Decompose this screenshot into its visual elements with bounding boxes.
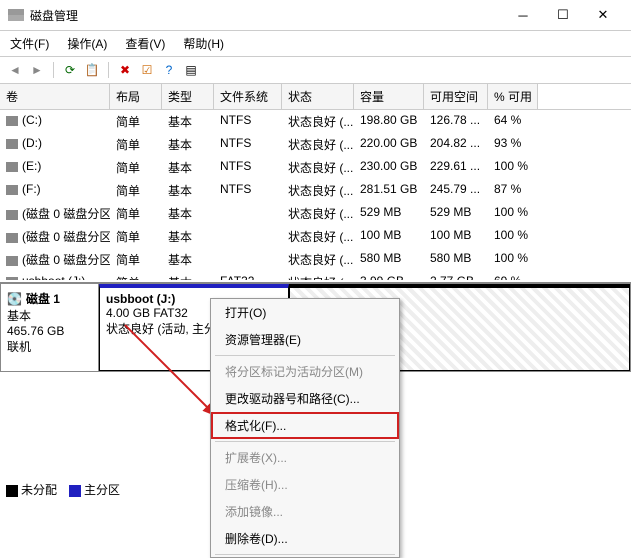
menu-open[interactable]: 打开(O) <box>211 299 399 326</box>
menu-extend: 扩展卷(X)... <box>211 444 399 471</box>
menu-shrink: 压缩卷(H)... <box>211 471 399 498</box>
col-pct[interactable]: % 可用 <box>488 84 538 109</box>
disk-kind: 基本 <box>7 307 92 324</box>
legend-primary-swatch <box>69 485 81 497</box>
toolbar: ◄ ► ⟳ 📋 ✖ ☑ ? ▤ <box>0 57 631 84</box>
partition-label: usbboot (J:) <box>106 292 175 306</box>
menu-delete[interactable]: 删除卷(D)... <box>211 525 399 552</box>
col-type[interactable]: 类型 <box>162 84 214 109</box>
col-free[interactable]: 可用空间 <box>424 84 488 109</box>
menu-change-letter[interactable]: 更改驱动器号和路径(C)... <box>211 385 399 412</box>
volume-table-body: (C:)简单基本NTFS状态良好 (...198.80 GB126.78 ...… <box>0 110 631 280</box>
legend-primary: 主分区 <box>84 483 120 497</box>
list-icon[interactable]: ▤ <box>182 61 200 79</box>
app-icon <box>8 9 24 21</box>
col-layout[interactable]: 布局 <box>110 84 162 109</box>
menu-format[interactable]: 格式化(F)... <box>211 412 399 439</box>
table-row[interactable]: (磁盘 0 磁盘分区 2)简单基本状态良好 (...100 MB100 MB10… <box>0 225 631 248</box>
col-fs[interactable]: 文件系统 <box>214 84 282 109</box>
menu-add-mirror: 添加镜像... <box>211 498 399 525</box>
col-status[interactable]: 状态 <box>282 84 354 109</box>
disk-state: 联机 <box>7 338 92 355</box>
table-row[interactable]: (C:)简单基本NTFS状态良好 (...198.80 GB126.78 ...… <box>0 110 631 133</box>
disk-icon: 💽 <box>7 292 22 306</box>
table-row[interactable]: (F:)简单基本NTFS状态良好 (...281.51 GB245.79 ...… <box>0 179 631 202</box>
menu-mark-active: 将分区标记为活动分区(M) <box>211 358 399 385</box>
table-row[interactable]: usbboot (J:)简单基本FAT32状态良好 (...3.99 GB2.7… <box>0 271 631 280</box>
disk-size: 465.76 GB <box>7 324 92 338</box>
forward-icon[interactable]: ► <box>28 61 46 79</box>
delete-icon[interactable]: ✖ <box>116 61 134 79</box>
title-bar: 磁盘管理 ─ ☐ ✕ <box>0 0 631 31</box>
properties-icon[interactable]: 📋 <box>83 61 101 79</box>
menu-view[interactable]: 查看(V) <box>121 33 169 54</box>
table-row[interactable]: (磁盘 0 磁盘分区 5)简单基本状态良好 (...580 MB580 MB10… <box>0 248 631 271</box>
back-icon[interactable]: ◄ <box>6 61 24 79</box>
menu-explorer[interactable]: 资源管理器(E) <box>211 326 399 353</box>
col-capacity[interactable]: 容量 <box>354 84 424 109</box>
maximize-button[interactable]: ☐ <box>543 6 583 24</box>
legend-unallocated-swatch <box>6 485 18 497</box>
close-button[interactable]: ✕ <box>583 6 623 24</box>
window-title: 磁盘管理 <box>30 7 503 24</box>
menu-action[interactable]: 操作(A) <box>63 33 111 54</box>
minimize-button[interactable]: ─ <box>503 6 543 24</box>
disk-label: 磁盘 1 <box>26 290 60 307</box>
help-icon[interactable]: ? <box>160 61 178 79</box>
menu-file[interactable]: 文件(F) <box>6 33 53 54</box>
menu-help[interactable]: 帮助(H) <box>179 33 228 54</box>
legend: 未分配 主分区 <box>6 481 120 498</box>
col-volume[interactable]: 卷 <box>0 84 110 109</box>
disk-info[interactable]: 💽 磁盘 1 基本 465.76 GB 联机 <box>0 283 98 372</box>
table-row[interactable]: (E:)简单基本NTFS状态良好 (...230.00 GB229.61 ...… <box>0 156 631 179</box>
volume-table-header: 卷 布局 类型 文件系统 状态 容量 可用空间 % 可用 <box>0 84 631 110</box>
menu-bar: 文件(F) 操作(A) 查看(V) 帮助(H) <box>0 31 631 57</box>
context-menu: 打开(O) 资源管理器(E) 将分区标记为活动分区(M) 更改驱动器号和路径(C… <box>210 298 400 558</box>
refresh-icon[interactable]: ⟳ <box>61 61 79 79</box>
table-row[interactable]: (D:)简单基本NTFS状态良好 (...220.00 GB204.82 ...… <box>0 133 631 156</box>
settings-icon[interactable]: ☑ <box>138 61 156 79</box>
table-row[interactable]: (磁盘 0 磁盘分区 1)简单基本状态良好 (...529 MB529 MB10… <box>0 202 631 225</box>
partition-desc: 4.00 GB FAT32 <box>106 306 188 320</box>
legend-unallocated: 未分配 <box>21 483 57 497</box>
